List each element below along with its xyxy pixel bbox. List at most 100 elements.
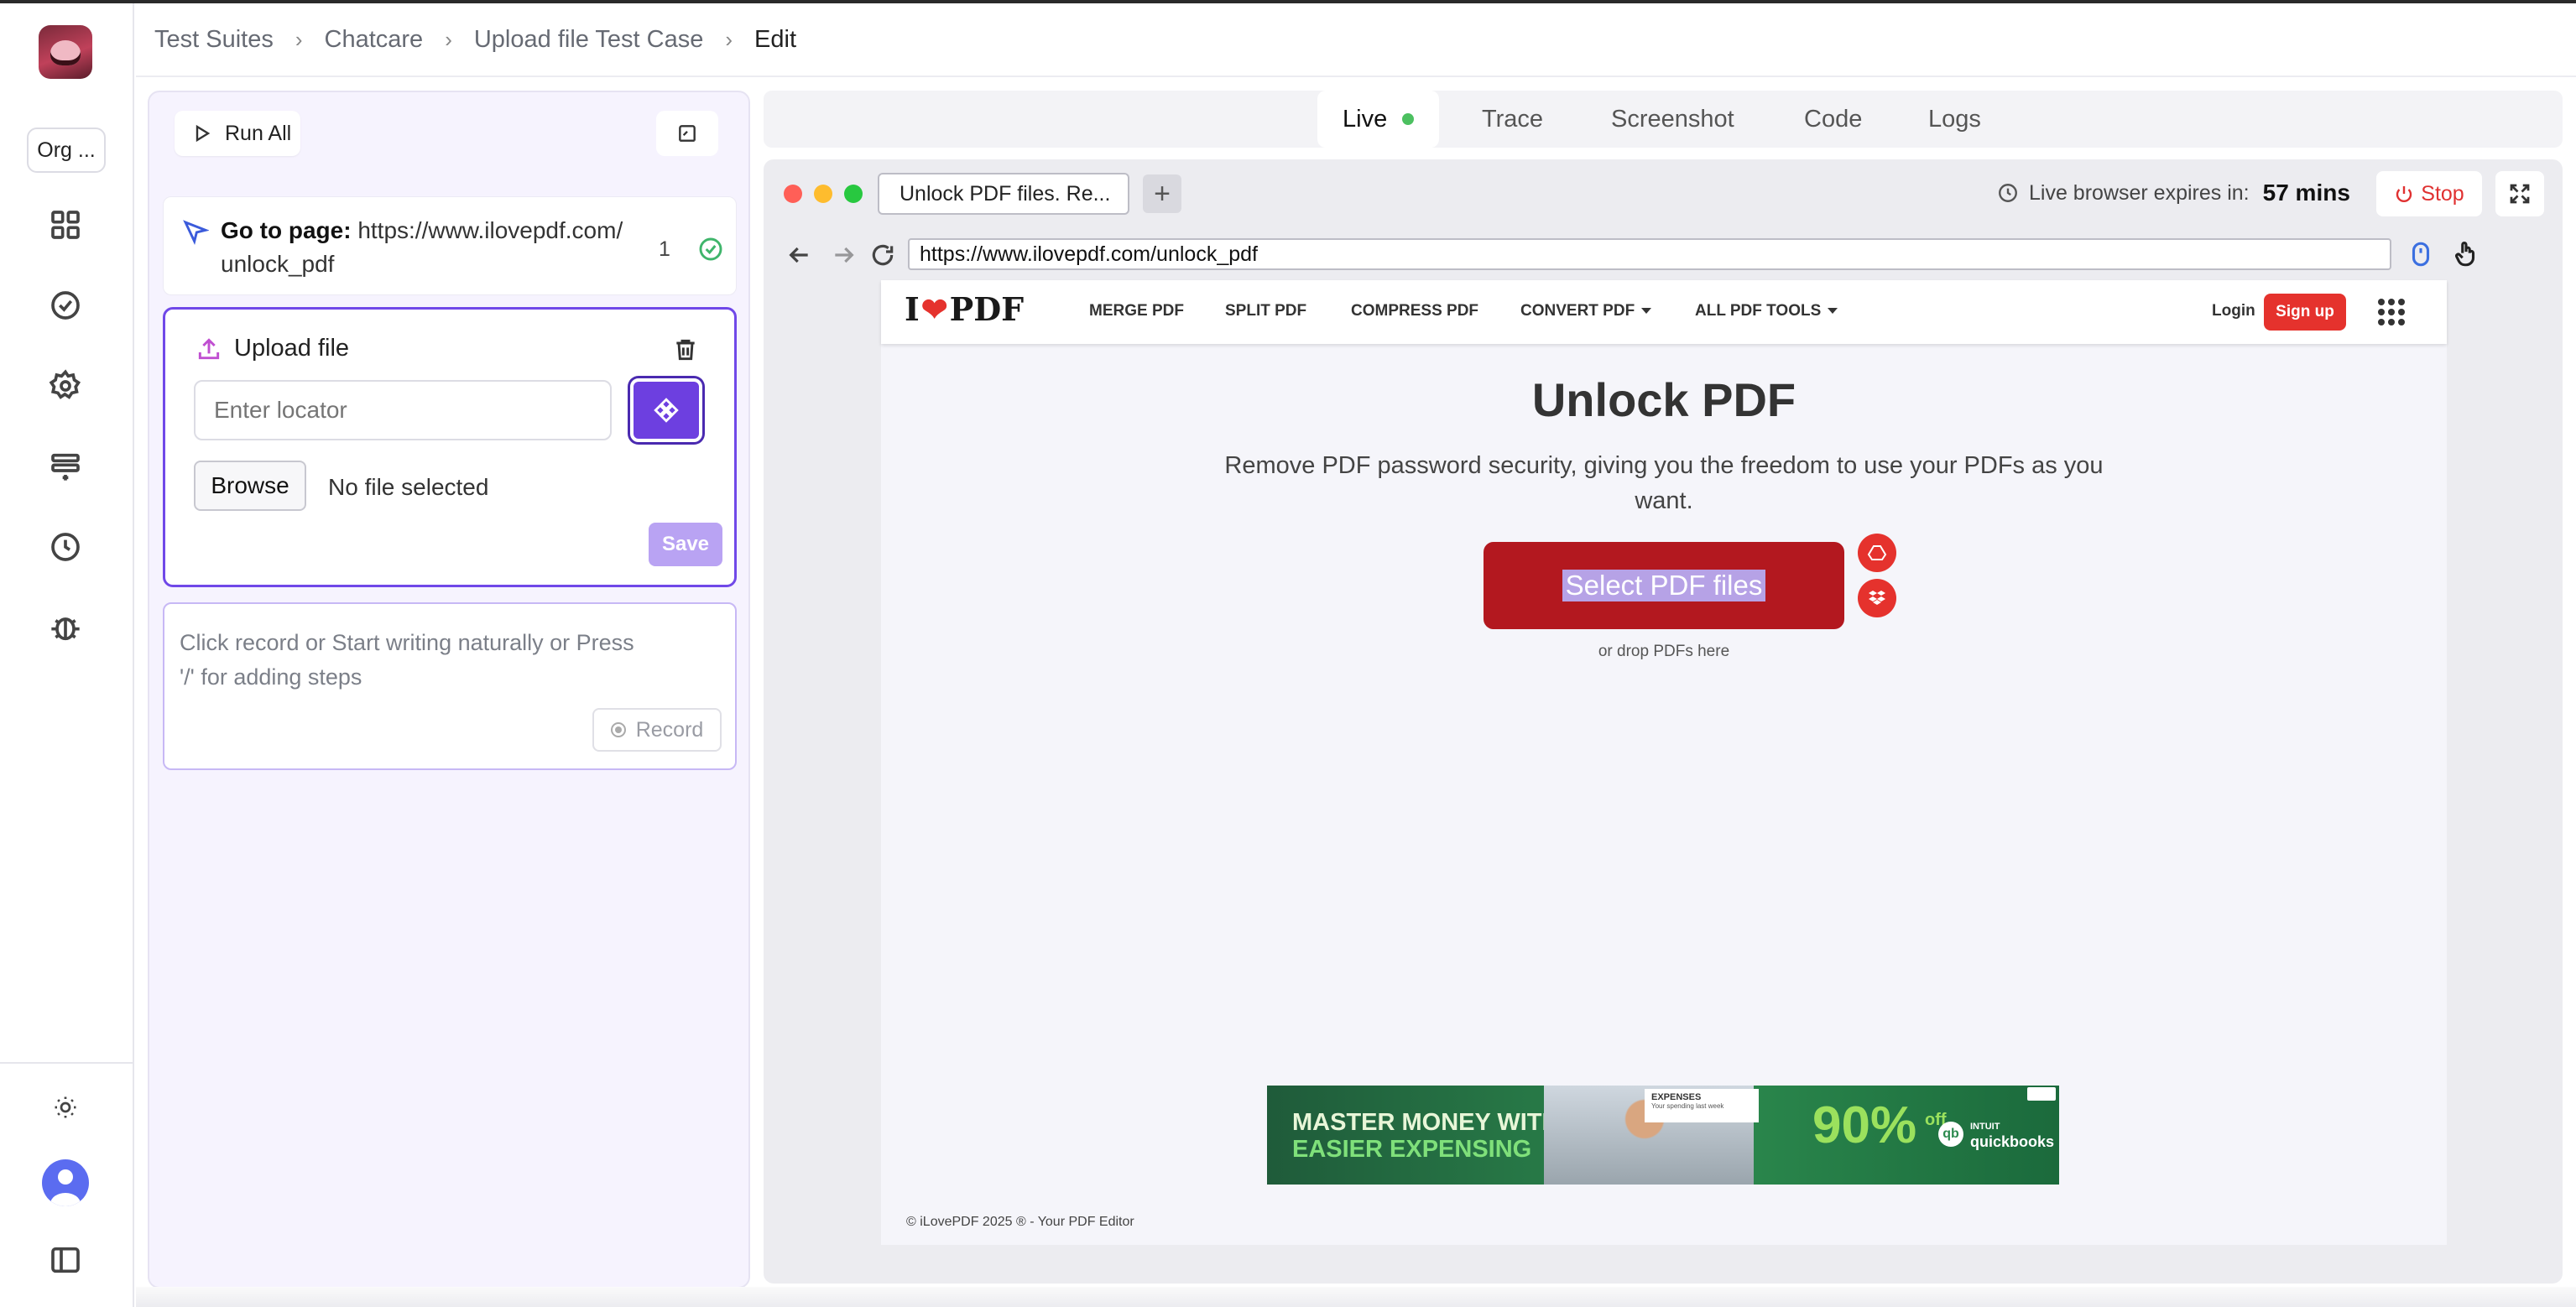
drop-hint: or drop PDFs here — [1598, 643, 1730, 660]
element-picker-button[interactable] — [630, 378, 702, 442]
step-text: Go to page: https://www.ilovepdf.com/unl… — [221, 214, 623, 281]
maximize-window-button[interactable] — [844, 185, 863, 203]
tab-live[interactable]: Live — [1317, 91, 1440, 148]
live-browser: Unlock PDF files. Re... + Live browser e… — [764, 159, 2563, 1284]
chevron-right-icon: › — [295, 26, 303, 52]
chevron-right-icon: › — [445, 26, 452, 52]
step-action: Go to page: — [221, 217, 352, 243]
reload-icon[interactable] — [869, 242, 896, 268]
collapse-panel-button[interactable] — [656, 111, 718, 156]
breadcrumb-test-case[interactable]: Upload file Test Case — [474, 26, 704, 54]
record-button[interactable]: Record — [592, 708, 722, 752]
bug-icon[interactable] — [47, 609, 84, 646]
address-bar[interactable]: https://www.ilovepdf.com/unlock_pdf — [908, 238, 2391, 270]
ad-card-title: EXPENSES — [1651, 1092, 1702, 1102]
sun-icon[interactable] — [47, 1089, 84, 1126]
nav-convert-pdf[interactable]: CONVERT PDF — [1520, 302, 1652, 320]
app-logo[interactable] — [39, 25, 92, 79]
file-status: No file selected — [328, 474, 489, 500]
navigate-icon — [182, 219, 210, 246]
site-footer: © iLovePDF 2025 ® - Your PDF Editor — [906, 1215, 1134, 1229]
locator-input[interactable] — [194, 380, 612, 440]
dropbox-icon[interactable] — [1858, 579, 1896, 617]
logo-i: I — [905, 290, 920, 328]
clock-icon — [1999, 184, 2017, 202]
ad-card-sub: Your spending last week — [1651, 1102, 1724, 1110]
nav-compress-pdf[interactable]: COMPRESS PDF — [1351, 302, 1478, 320]
bottom-edge — [136, 1287, 2576, 1307]
ad-headline: MASTER MONEY WITH EASIER EXPENSING — [1292, 1109, 1559, 1163]
nav-convert-label: CONVERT PDF — [1520, 302, 1635, 320]
new-tab-button[interactable]: + — [1143, 174, 1181, 213]
run-all-button[interactable]: Run All — [175, 111, 300, 156]
ad-info-icon[interactable] — [2027, 1087, 2056, 1101]
ilovepdf-logo[interactable]: I ❤ PDF — [905, 290, 1024, 328]
upload-file-step: Upload file Browse No file selected Save — [163, 307, 737, 587]
expires-label: Live browser expires in: — [2029, 180, 2250, 205]
google-drive-icon[interactable] — [1858, 534, 1896, 572]
check-circle-icon[interactable] — [47, 287, 84, 324]
tab-live-label: Live — [1343, 105, 1388, 133]
run-all-label: Run All — [225, 121, 292, 145]
browser-tab[interactable]: Unlock PDF files. Re... — [878, 173, 1129, 215]
mouse-icon[interactable] — [2407, 240, 2435, 268]
dashboard-icon[interactable] — [47, 206, 84, 243]
signup-button[interactable]: Sign up — [2264, 294, 2346, 331]
select-pdf-label: Select PDF files — [1562, 570, 1766, 601]
nav-split-pdf[interactable]: SPLIT PDF — [1225, 302, 1306, 320]
tab-screenshot[interactable]: Screenshot — [1611, 91, 1734, 148]
tab-logs[interactable]: Logs — [1928, 91, 1981, 148]
step-number: 1 — [659, 237, 670, 261]
ad-line-2: EASIER EXPENSING — [1292, 1136, 1532, 1163]
trash-icon[interactable] — [672, 336, 701, 365]
step-goto-page[interactable]: Go to page: https://www.ilovepdf.com/unl… — [163, 196, 737, 295]
play-icon — [196, 124, 211, 143]
select-pdf-button[interactable]: Select PDF files — [1484, 542, 1844, 629]
stop-button[interactable]: Stop — [2376, 171, 2482, 216]
breadcrumb-suite[interactable]: Chatcare — [325, 26, 424, 54]
browse-button[interactable]: Browse — [194, 461, 306, 511]
ad-line-1: MASTER MONEY WITH — [1292, 1109, 1560, 1136]
nav-all-pdf-tools[interactable]: ALL PDF TOOLS — [1695, 302, 1838, 320]
page-subtitle: Remove PDF password security, giving you… — [1224, 452, 2104, 514]
upload-icon — [198, 337, 220, 359]
expires-value: 57 mins — [2262, 180, 2350, 206]
heart-icon: ❤ — [920, 290, 948, 328]
live-status-dot — [1402, 113, 1415, 125]
sidebar-toggle-icon[interactable] — [47, 1242, 84, 1278]
forward-arrow-icon[interactable] — [831, 242, 858, 268]
left-rail: Org ... — [0, 3, 134, 1307]
record-icon — [610, 722, 626, 737]
clock-icon[interactable] — [47, 529, 84, 565]
advertisement-banner[interactable]: MASTER MONEY WITH EASIER EXPENSING EXPEN… — [1267, 1086, 2059, 1185]
tab-trace[interactable]: Trace — [1482, 91, 1543, 148]
step-input[interactable]: Click record or Start writing naturally … — [163, 602, 737, 770]
ad-percent: 90% — [1812, 1096, 1917, 1154]
breadcrumb: Test Suites › Chatcare › Upload file Tes… — [136, 3, 2576, 77]
back-arrow-icon[interactable] — [785, 242, 812, 268]
view-tabs: Live Trace Screenshot Code Logs — [764, 91, 2563, 148]
chevron-right-icon: › — [725, 26, 733, 52]
ad-brand-top: INTUIT — [1970, 1122, 2000, 1132]
expires-info: Live browser expires in: 57 mins — [1997, 180, 2350, 206]
stop-label: Stop — [2421, 181, 2464, 206]
nav-merge-pdf[interactable]: MERGE PDF — [1089, 302, 1184, 320]
tab-code[interactable]: Code — [1804, 91, 1862, 148]
test-plan-icon[interactable] — [47, 448, 84, 485]
breadcrumb-current: Edit — [754, 25, 797, 53]
login-link[interactable]: Login — [2212, 302, 2255, 320]
power-icon — [2396, 186, 2412, 202]
minimize-window-button[interactable] — [814, 185, 832, 203]
caret-down-icon — [1828, 308, 1838, 315]
apps-grid-icon[interactable] — [2378, 299, 2405, 325]
save-button[interactable]: Save — [649, 523, 722, 566]
org-switcher-button[interactable]: Org ... — [27, 128, 106, 173]
gear-icon[interactable] — [47, 367, 84, 404]
close-window-button[interactable] — [784, 185, 802, 203]
record-label: Record — [635, 717, 704, 742]
touch-hand-icon[interactable] — [2452, 240, 2480, 268]
caret-down-icon — [1641, 308, 1652, 315]
breadcrumb-test-suites[interactable]: Test Suites — [154, 26, 274, 54]
fullscreen-button[interactable] — [2495, 171, 2544, 216]
avatar[interactable] — [42, 1159, 89, 1206]
